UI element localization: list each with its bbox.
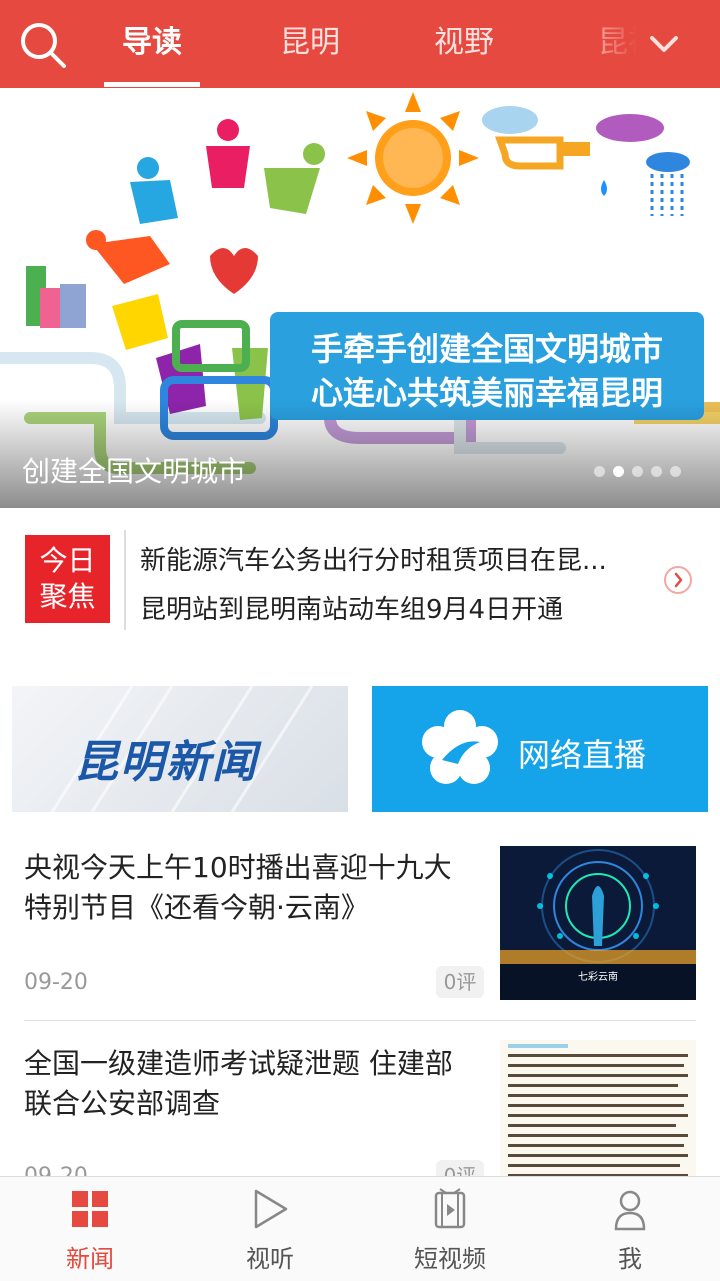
peacock-thumbnail: 七彩云南 xyxy=(500,846,696,1000)
nav-label: 视听 xyxy=(246,1245,294,1273)
today-badge-line-1: 今日 xyxy=(39,544,96,577)
flower-logo-icon xyxy=(422,710,498,784)
carousel-dot xyxy=(651,466,662,477)
live-stream-label: 网络直播 xyxy=(518,736,647,774)
news-title: 央视今天上午10时播出喜迎十九大特别节目《还看今朝·云南》 xyxy=(24,851,452,924)
comment-count-badge: 0评 xyxy=(436,966,484,998)
document-thumbnail xyxy=(500,1040,696,1176)
tab-kunming[interactable]: 昆明 xyxy=(262,0,358,88)
today-focus-badge: 今日 聚焦 xyxy=(25,535,110,623)
today-divider xyxy=(124,530,126,630)
thumb-caption: 七彩云南 xyxy=(578,970,618,983)
nav-label: 短视频 xyxy=(414,1245,486,1273)
bottom-navigation: 新闻 视听 短视频 我 xyxy=(0,1176,720,1281)
carousel-dot xyxy=(632,466,643,477)
news-item[interactable]: 央视今天上午10时播出喜迎十九大特别节目《还看今朝·云南》 09-20 0评 七… xyxy=(0,830,720,1020)
today-badge-line-2: 聚焦 xyxy=(39,580,96,613)
active-tab-indicator xyxy=(104,82,200,87)
person-icon xyxy=(614,1190,646,1231)
carousel-indicator xyxy=(594,466,681,478)
headline-item[interactable]: 昆明站到昆明南站动车组9月4日开通 xyxy=(140,589,563,626)
carousel-dot xyxy=(594,466,605,477)
nav-label: 新闻 xyxy=(66,1245,114,1273)
carousel-dot-active xyxy=(613,466,624,477)
news-item[interactable]: 全国一级建造师考试疑泄题 住建部联合公安部调查 09-20 0评 xyxy=(0,1024,720,1176)
search-icon xyxy=(21,23,66,68)
comment-count-badge: 0评 xyxy=(436,1160,484,1176)
kunming-news-logo: 昆明新闻 xyxy=(74,737,258,788)
nav-short-video[interactable]: 短视频 xyxy=(360,1177,540,1281)
chevron-right-icon xyxy=(674,572,683,588)
tab-daodu[interactable]: 导读 xyxy=(104,0,200,88)
tab-shiye[interactable]: 视野 xyxy=(416,0,512,88)
news-thumbnail xyxy=(500,1040,696,1176)
nav-news[interactable]: 新闻 xyxy=(0,1177,180,1281)
live-stream-card[interactable]: 网络直播 xyxy=(372,686,708,812)
news-date: 09-20 xyxy=(24,1164,88,1176)
news-thumbnail: 七彩云南 xyxy=(500,846,696,1000)
headlines-more-button[interactable] xyxy=(664,566,692,594)
search-button[interactable] xyxy=(16,18,70,72)
grid-icon xyxy=(72,1191,108,1227)
banner-caption: 创建全国文明城市 xyxy=(22,455,247,488)
film-icon xyxy=(434,1188,466,1229)
play-icon xyxy=(254,1189,288,1229)
carousel-dot xyxy=(670,466,681,477)
news-title: 全国一级建造师考试疑泄题 住建部联合公安部调查 xyxy=(24,1047,453,1120)
nav-label: 我 xyxy=(618,1245,642,1273)
headline-item[interactable]: 新能源汽车公务出行分时租赁项目在昆... xyxy=(140,540,607,577)
news-date: 09-20 xyxy=(24,970,88,995)
chevron-down-icon xyxy=(650,36,678,52)
nav-audio-video[interactable]: 视听 xyxy=(180,1177,360,1281)
nav-me[interactable]: 我 xyxy=(540,1177,720,1281)
kunming-news-card[interactable]: 昆明新闻 xyxy=(12,686,348,812)
list-divider xyxy=(24,1020,696,1021)
slogan-line-1: 手牵手创建全国文明城市 xyxy=(310,330,663,368)
more-tabs-button[interactable] xyxy=(644,24,684,64)
top-tab-bar: 导读 昆明 视野 昆视 xyxy=(0,0,720,88)
